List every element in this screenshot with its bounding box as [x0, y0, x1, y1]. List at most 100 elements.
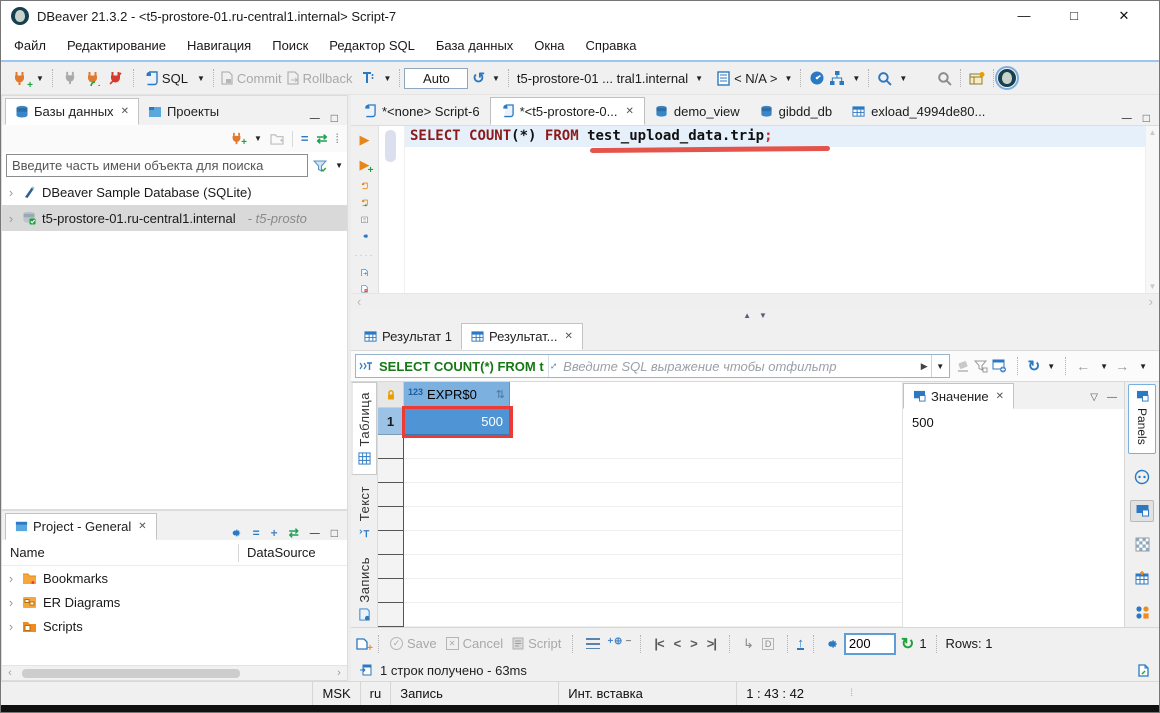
expand-chevron-icon[interactable]: › [6, 619, 16, 634]
tree-item-scripts[interactable]: › Scripts [2, 614, 347, 638]
project-settings-gear-icon[interactable] [228, 526, 242, 540]
filter-history-dropdown[interactable]: ▼ [931, 355, 949, 377]
clear-filter-icon[interactable] [956, 360, 970, 373]
navigator-new-connection-button[interactable]: + [230, 132, 243, 145]
sql-statement-line[interactable]: SELECT COUNT(*) FROM test_upload_data.tr… [405, 126, 1145, 147]
expand-chevron-icon[interactable]: › [6, 211, 16, 226]
network-profile-dropdown[interactable]: ▼ [852, 74, 860, 83]
fetch-next-page-icon[interactable]: ↳ [743, 636, 754, 652]
panel-maximize-icon[interactable]: □ [331, 526, 338, 540]
edit-value-icon[interactable] [586, 638, 600, 649]
menu-search[interactable]: Поиск [272, 38, 308, 53]
value-panel-content[interactable]: 500 [903, 409, 1124, 436]
explain-plan-icon[interactable] [357, 216, 372, 224]
link-with-editor-icon[interactable]: ⇄ [289, 526, 299, 540]
cancel-button[interactable]: ✕ Cancel [444, 634, 505, 653]
active-connection-combo[interactable]: t5-prostore-01 ... tral1.internal [517, 71, 688, 86]
forward-navigation-icon[interactable]: → [1115, 358, 1129, 374]
back-navigation-icon[interactable]: ← [1076, 358, 1090, 374]
panels-toggle-button[interactable]: Panels [1128, 384, 1156, 454]
collapse-all-icon[interactable]: = [253, 526, 260, 540]
export-result-icon[interactable] [357, 269, 372, 277]
scroll-up-icon[interactable]: ▲ [1149, 128, 1157, 137]
close-tab-icon[interactable]: ✕ [996, 391, 1004, 402]
scrollbar-thumb[interactable] [22, 669, 240, 678]
filter-apply-arrow-icon[interactable]: ▶ [918, 361, 931, 372]
window-maximize-button[interactable]: □ [1049, 8, 1099, 24]
execute-script-new-tab-icon[interactable] [357, 199, 372, 207]
menu-sql-editor[interactable]: Редактор SQL [329, 38, 415, 53]
view-menu-icon[interactable]: ⁞ [335, 131, 339, 146]
scroll-right-icon[interactable]: › [331, 667, 347, 679]
value-viewer-panel-icon[interactable] [1130, 500, 1154, 522]
new-folder-icon[interactable] [270, 133, 284, 145]
disconnect-button[interactable] [106, 69, 125, 88]
calc-panel-icon[interactable] [1130, 602, 1154, 624]
transaction-log-dropdown[interactable]: ▼ [492, 74, 500, 83]
close-tab-icon[interactable]: ✕ [625, 106, 633, 117]
unknown-datasource-icon[interactable] [357, 285, 372, 293]
active-connection-dropdown[interactable]: ▼ [695, 74, 703, 83]
panel-maximize-icon[interactable]: □ [331, 111, 338, 125]
tab-gibdd-db[interactable]: gibdd_db [750, 97, 843, 125]
object-search-input[interactable] [6, 154, 308, 177]
editor-results-sash[interactable]: ▲ ▼ [351, 309, 1159, 322]
refresh-results-icon[interactable]: ↻ [1028, 357, 1041, 375]
scroll-left-icon[interactable]: ‹ [357, 294, 361, 309]
transaction-log-icon[interactable]: ↺ [472, 69, 485, 87]
execute-script-icon[interactable] [357, 182, 372, 190]
tab-script-6[interactable]: *<none> Script-6 [353, 97, 490, 125]
sash-down-icon[interactable]: ▼ [759, 311, 767, 320]
dashboard-icon[interactable] [809, 70, 825, 86]
dbeaver-perspective-icon[interactable] [998, 69, 1016, 87]
caret-position-indicator[interactable]: 1 : 43 : 42 [736, 682, 844, 705]
selected-value-cell[interactable]: 500 [404, 408, 510, 435]
result-grid[interactable]: 123 EXPR$0 ⇅ 1 500 [378, 382, 902, 627]
column-header-datasource[interactable]: DataSource [247, 545, 339, 560]
column-sort-filter-icon[interactable]: ⇅ [496, 388, 505, 401]
rollback-button[interactable]: Rollback [284, 69, 355, 88]
close-tab-icon[interactable]: ✕ [565, 331, 573, 342]
back-dropdown[interactable]: ▼ [1100, 362, 1108, 371]
tab-demo-view[interactable]: demo_view [645, 97, 750, 125]
column-header-name[interactable]: Name [10, 545, 238, 560]
commit-mode-combo[interactable]: Auto [404, 68, 468, 89]
editor-minimize-icon[interactable]: — [1122, 113, 1132, 124]
menu-navigation[interactable]: Навигация [187, 38, 251, 53]
navigator-new-connection-dropdown[interactable]: ▼ [254, 134, 262, 143]
value-panel-menu-icon[interactable]: ▽ [1090, 392, 1098, 403]
scroll-left-icon[interactable]: ‹ [2, 667, 18, 679]
network-profile-icon[interactable] [829, 70, 845, 86]
presentation-tab-text[interactable]: Текст [351, 475, 377, 551]
transaction-mode-dropdown[interactable]: ▼ [384, 74, 392, 83]
open-perspective-icon[interactable] [969, 71, 985, 86]
language-indicator[interactable]: ru [360, 682, 391, 705]
search-metadata-icon[interactable] [877, 71, 892, 86]
new-connection-dropdown[interactable]: ▼ [36, 74, 44, 83]
row-number-cell[interactable]: 1 [378, 408, 404, 435]
open-in-new-editor-icon[interactable]: + [355, 637, 369, 651]
panel-minimize-icon[interactable]: — [310, 528, 320, 539]
menu-file[interactable]: Файл [14, 38, 46, 53]
collapse-all-icon[interactable]: = [301, 131, 309, 146]
menu-edit[interactable]: Редактирование [67, 38, 166, 53]
tab-script-7-active[interactable]: *<t5-prostore-0... ✕ [490, 97, 645, 125]
reconnect-button[interactable] [83, 69, 102, 88]
commit-button[interactable]: Commit [218, 69, 284, 88]
close-tab-icon[interactable]: ✕ [138, 521, 146, 532]
tree-item-sample-database[interactable]: › DBeaver Sample Database (SQLite) [2, 179, 347, 205]
window-minimize-button[interactable]: — [999, 8, 1049, 24]
script-button[interactable]: Script [510, 634, 563, 653]
expand-chevron-icon[interactable]: › [6, 571, 16, 586]
fetch-size-input[interactable] [844, 633, 896, 655]
value-panel-minimize-icon[interactable]: — [1107, 392, 1117, 403]
new-connection-button[interactable]: + [10, 69, 29, 88]
tab-exload[interactable]: exload_4994de80... [842, 97, 995, 125]
scroll-right-icon[interactable]: › [1149, 294, 1153, 309]
forward-dropdown[interactable]: ▼ [1139, 362, 1147, 371]
window-close-button[interactable]: ✕ [1099, 8, 1149, 24]
tab-value[interactable]: Значение ✕ [903, 383, 1014, 409]
close-tab-icon[interactable]: ✕ [121, 106, 129, 117]
grid-corner-cell[interactable] [378, 382, 404, 408]
column-header-expr0[interactable]: 123 EXPR$0 ⇅ [404, 382, 510, 408]
